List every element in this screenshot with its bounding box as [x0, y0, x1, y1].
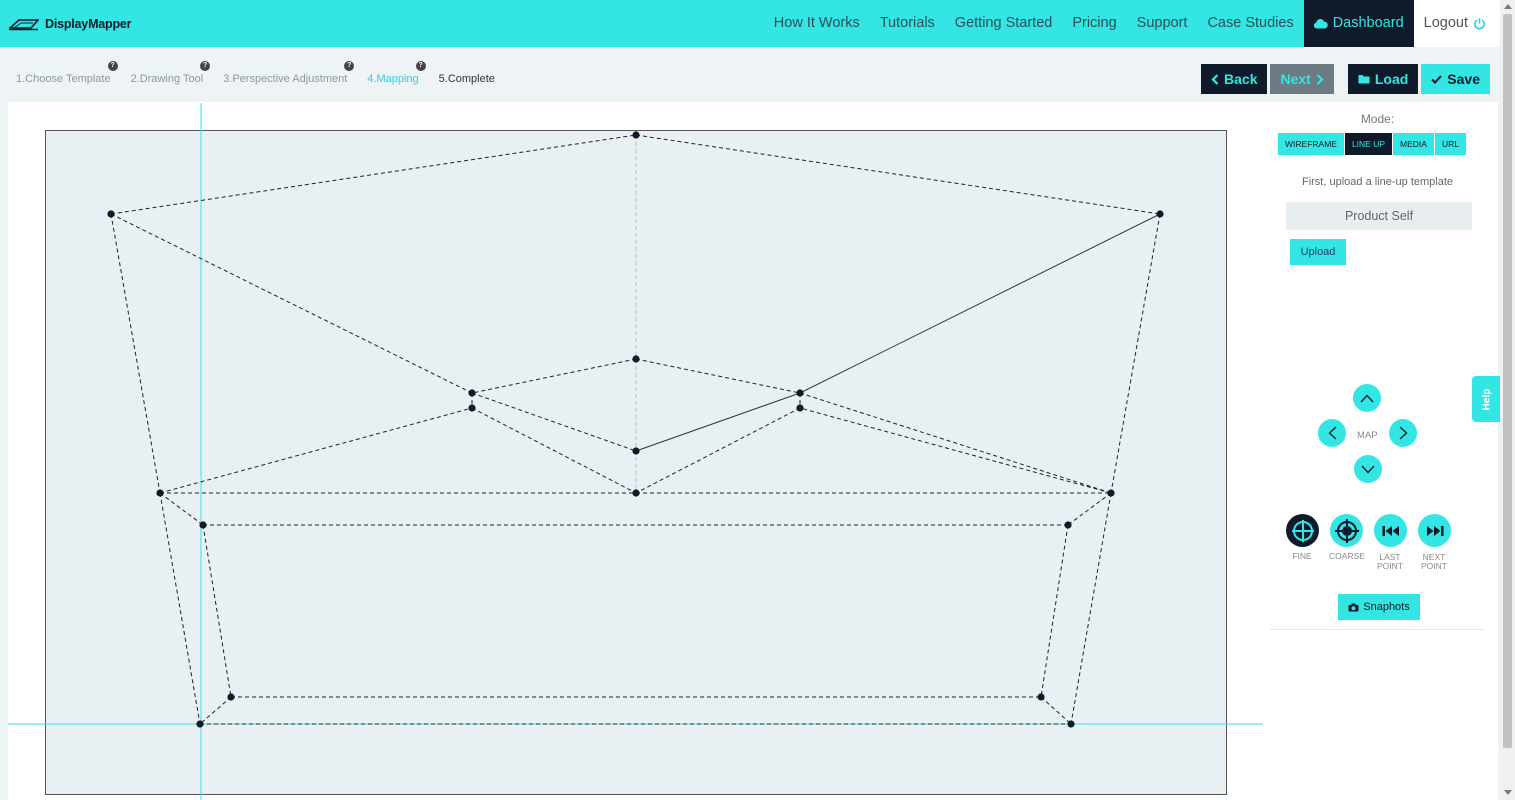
map-right-button[interactable]: [1389, 419, 1417, 447]
map-down-button[interactable]: [1354, 455, 1382, 483]
next-point-label: NEXT POINT: [1421, 552, 1447, 571]
mode-tab-wireframe[interactable]: WIREFRAME: [1278, 133, 1345, 155]
chevron-left-icon: [1327, 426, 1336, 440]
skip-forward-icon: [1426, 525, 1443, 536]
map-point[interactable]: [632, 355, 640, 363]
panel-divider: [1270, 629, 1485, 630]
map-point[interactable]: [468, 404, 476, 412]
map-point[interactable]: [468, 389, 476, 397]
mode-tabs: WIREFRAME LINE UP MEDIA URL: [1278, 133, 1467, 155]
coarse-button[interactable]: [1330, 514, 1363, 547]
wireframe-solid-lines: [635, 213, 1161, 452]
mapping-panel: Mode: WIREFRAME LINE UP MEDIA URL First,…: [1270, 102, 1485, 632]
last-point-label: LAST POINT: [1377, 552, 1403, 571]
map-point[interactable]: [796, 389, 804, 397]
snapshots-button[interactable]: Snaphots: [1338, 594, 1420, 620]
map-point[interactable]: [1107, 489, 1115, 497]
help-label: Help: [1480, 388, 1492, 410]
map-point[interactable]: [199, 521, 207, 529]
map-point[interactable]: [227, 693, 235, 701]
mode-tab-media[interactable]: MEDIA: [1393, 133, 1435, 155]
map-point[interactable]: [796, 404, 804, 412]
target-icon: [1334, 518, 1359, 543]
map-point[interactable]: [1156, 210, 1164, 218]
map-point[interactable]: [1064, 521, 1072, 529]
mode-tab-url[interactable]: URL: [1434, 133, 1467, 155]
mode-label: Mode:: [1360, 112, 1395, 126]
map-point[interactable]: [196, 720, 204, 728]
snapshots-label: Snaphots: [1363, 601, 1410, 613]
map-point[interactable]: [632, 447, 640, 455]
fine-button[interactable]: [1286, 514, 1319, 547]
camera-icon: [1348, 603, 1359, 611]
crosshair-icon: [1291, 519, 1314, 542]
product-select[interactable]: Product Self: [1286, 202, 1472, 230]
fine-label: FINE: [1292, 551, 1312, 561]
page-scrollbar[interactable]: [1500, 0, 1515, 800]
map-point[interactable]: [632, 489, 640, 497]
upload-hint: First, upload a line-up template: [1301, 176, 1454, 188]
scroll-thumb[interactable]: [1503, 14, 1512, 748]
skip-back-icon: [1382, 525, 1399, 536]
scroll-up-icon[interactable]: [1504, 4, 1512, 9]
map-point[interactable]: [632, 131, 640, 139]
help-tab[interactable]: Help: [1472, 376, 1501, 422]
chevron-right-icon: [1399, 426, 1408, 440]
map-point[interactable]: [1037, 693, 1045, 701]
mode-tab-line-up[interactable]: LINE UP: [1344, 133, 1394, 155]
chevron-up-icon: [1360, 393, 1374, 402]
coarse-label: COARSE: [1329, 551, 1365, 561]
upload-button[interactable]: Upload: [1290, 239, 1346, 265]
chevron-down-icon: [1361, 465, 1375, 474]
map-label: MAP: [1357, 430, 1378, 441]
map-up-button[interactable]: [1353, 384, 1381, 412]
map-point[interactable]: [107, 210, 115, 218]
map-point[interactable]: [156, 489, 164, 497]
scroll-down-icon[interactable]: [1504, 790, 1512, 795]
last-point-button[interactable]: [1374, 514, 1407, 547]
next-point-button[interactable]: [1418, 514, 1451, 547]
map-left-button[interactable]: [1318, 419, 1346, 447]
map-point[interactable]: [1067, 720, 1075, 728]
